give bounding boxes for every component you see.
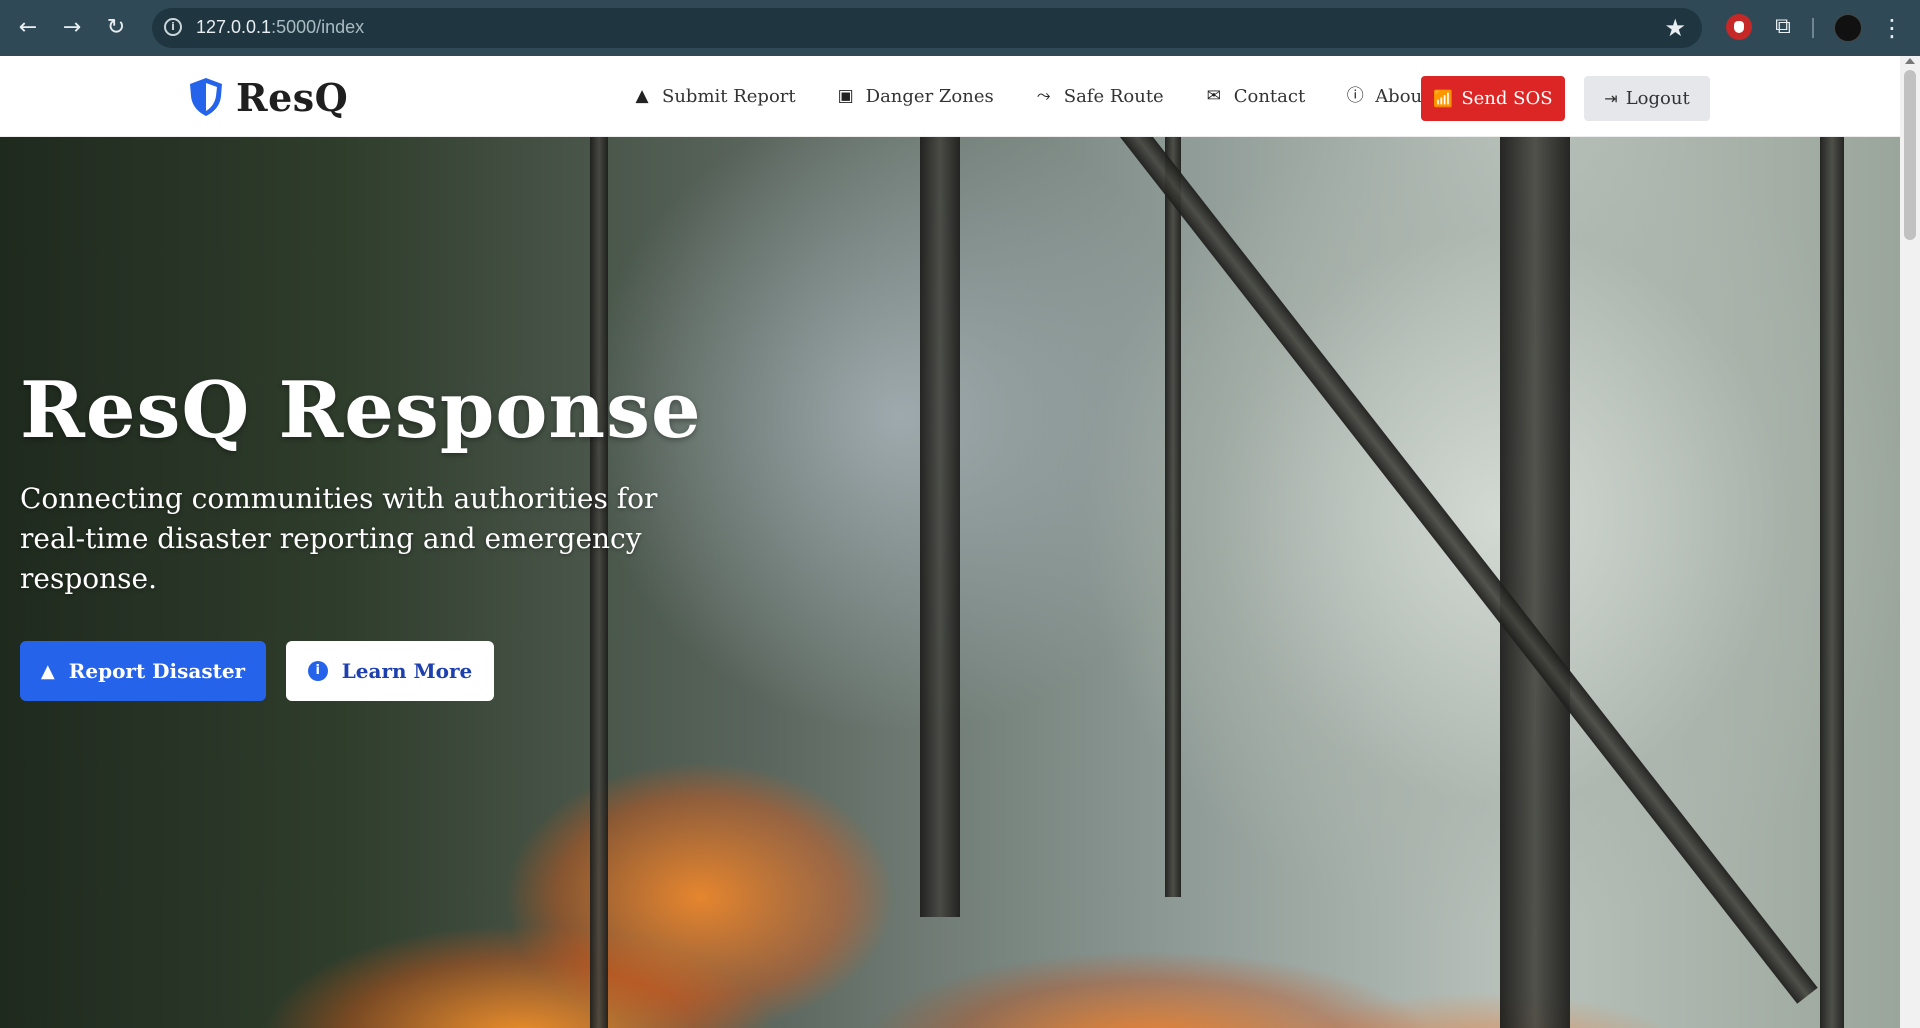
menu-kebab-icon[interactable]: ⋮	[1880, 12, 1904, 44]
hero-subtitle: Connecting communities with authorities …	[20, 482, 658, 595]
send-sos-label: Send SOS	[1461, 88, 1553, 109]
star-icon[interactable]: ★	[1664, 14, 1686, 42]
nav-submit-report-label: Submit Report	[662, 85, 796, 107]
info-circle-icon: ⓘ	[1346, 86, 1364, 106]
hero-image-fallen-trunk	[1120, 137, 1818, 1004]
puzzle-icon[interactable]: ⧉	[1770, 14, 1796, 40]
nav-submit-report[interactable]: ▲ Submit Report	[612, 76, 816, 116]
logout-button[interactable]: ⇥ Logout	[1584, 76, 1710, 121]
page-scrollbar[interactable]	[1900, 56, 1920, 1028]
brand-name: ResQ	[236, 74, 349, 120]
nav-contact[interactable]: ✉ Contact	[1184, 76, 1325, 116]
site-navbar: ResQ ▲ Submit Report ▣ Danger Zones ⤳ Sa…	[0, 56, 1900, 137]
warning-icon: ▲	[40, 660, 55, 682]
report-disaster-label: Report Disaster	[68, 659, 246, 683]
broadcast-icon: 📶	[1433, 89, 1454, 108]
profile-avatar[interactable]	[1834, 14, 1862, 42]
nav-safe-route-label: Safe Route	[1063, 85, 1164, 107]
nav-safe-route[interactable]: ⤳ Safe Route	[1014, 76, 1184, 116]
toolbar-divider	[1812, 18, 1814, 38]
nav-contact-label: Contact	[1233, 85, 1306, 107]
hero-image-trunk	[1820, 137, 1844, 1028]
url-text[interactable]: 127.0.0.1:5000/index	[196, 17, 364, 38]
extension-icon[interactable]	[1726, 14, 1752, 40]
warning-icon: ▲	[635, 86, 649, 106]
forward-icon[interactable]: →	[56, 12, 88, 44]
hero-image-trunk	[1500, 137, 1570, 1028]
report-disaster-button[interactable]: ▲ Report Disaster	[20, 641, 266, 701]
hero-section: ResQ Response Connecting communities wit…	[0, 137, 1900, 1028]
learn-more-label: Learn More	[341, 659, 473, 683]
back-icon[interactable]: ←	[12, 12, 44, 44]
logout-icon: ⇥	[1604, 89, 1618, 108]
nav-links: ▲ Submit Report ▣ Danger Zones ⤳ Safe Ro…	[612, 76, 1449, 116]
envelope-icon: ✉	[1206, 86, 1221, 106]
url-host: 127.0.0.1	[196, 17, 272, 37]
hero-image-trunk	[920, 137, 960, 917]
browser-toolbar: ← → ↻ i 127.0.0.1:5000/index ★ ⧉ ⋮	[0, 0, 1920, 56]
reload-icon[interactable]: ↻	[100, 12, 132, 44]
info-circle-icon: i	[307, 661, 328, 681]
nav-danger-zones-label: Danger Zones	[865, 85, 994, 107]
map-marker-icon: ▣	[837, 86, 854, 106]
url-path: :5000/index	[271, 17, 365, 37]
logout-label: Logout	[1625, 88, 1690, 109]
brand[interactable]: ResQ	[188, 74, 348, 120]
nav-danger-zones[interactable]: ▣ Danger Zones	[816, 76, 1014, 116]
scroll-up-icon[interactable]	[1905, 58, 1915, 64]
page-viewport: ResQ ▲ Submit Report ▣ Danger Zones ⤳ Sa…	[0, 56, 1920, 1028]
hero-title: ResQ Response	[20, 365, 702, 456]
scrollbar-thumb[interactable]	[1904, 70, 1916, 240]
route-icon: ⤳	[1036, 86, 1051, 106]
send-sos-button[interactable]: 📶 Send SOS	[1421, 76, 1565, 121]
shield-icon	[190, 78, 222, 116]
learn-more-button[interactable]: i Learn More	[286, 641, 494, 701]
hero-image-trunk	[1165, 137, 1181, 897]
info-icon[interactable]: i	[164, 18, 182, 36]
address-bar[interactable]: i 127.0.0.1:5000/index ★	[152, 8, 1702, 48]
